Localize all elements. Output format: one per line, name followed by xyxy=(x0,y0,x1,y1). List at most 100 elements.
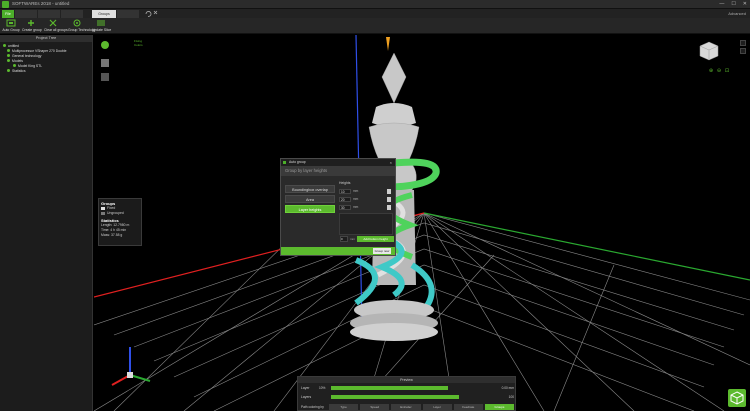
path-coloring-row: Path coloring by Type Speed Extruder Lay… xyxy=(301,404,515,410)
mode-layer-button[interactable]: Layer xyxy=(422,404,452,410)
layers-mode-icon[interactable] xyxy=(101,73,109,81)
dialog-close-icon[interactable]: × xyxy=(390,159,392,166)
legend-label: Fixed xyxy=(107,206,116,210)
option-area[interactable]: Area xyxy=(285,195,335,203)
tab-groups[interactable]: Groups xyxy=(92,10,116,18)
option-layer-heights[interactable]: Layer heights xyxy=(285,205,335,213)
window-title: SOFTWAREs 2018 - untitled xyxy=(12,1,70,6)
height-row: 20 mm xyxy=(339,197,393,203)
add-bottom-height-button[interactable]: Add bottom height xyxy=(357,236,394,242)
layer-label: Layer xyxy=(301,386,310,390)
tab-6[interactable] xyxy=(117,10,139,18)
auto-group-dialog: Auto group × Group by layer heights Boun… xyxy=(280,158,396,256)
legend-ungrouped: Ungrouped xyxy=(101,211,139,216)
tree-item-label: Model King STL xyxy=(18,64,43,68)
ungrouped-swatch-icon xyxy=(101,211,105,215)
layer-percent: 10% xyxy=(319,386,326,390)
auto-group-icon xyxy=(6,19,16,27)
view-option-icon[interactable] xyxy=(740,40,746,46)
tab-4[interactable] xyxy=(61,10,83,18)
tab-file[interactable]: File xyxy=(2,10,14,18)
height-unit: mm xyxy=(353,197,359,201)
layers-label: Layers xyxy=(301,395,312,399)
ribbon-toolbar: Auto Group Create group Clear all groups… xyxy=(0,18,750,34)
tree-item-label: Models xyxy=(12,59,23,63)
mode-speed-button[interactable]: Speed xyxy=(360,404,390,410)
mode-type-button[interactable]: Type xyxy=(329,404,359,410)
cube-logo-icon xyxy=(728,389,746,407)
auto-group-button[interactable]: Auto Group xyxy=(2,19,20,33)
height-value-field[interactable]: 20 xyxy=(339,197,351,202)
height-value-field[interactable]: 30 xyxy=(339,205,351,210)
add-height-unit: mm xyxy=(350,237,355,241)
close-button[interactable]: ✕ xyxy=(743,1,747,7)
3d-viewport[interactable]: Fixing Colors xyxy=(94,35,750,411)
mode-groups-button[interactable]: Groups xyxy=(484,404,515,410)
update-slice-icon xyxy=(97,20,105,26)
height-value-field[interactable]: 10 xyxy=(339,189,351,194)
clear-groups-label: Clear all groups xyxy=(44,28,68,32)
option-boundingbox-overlap[interactable]: Boundingbox overlap xyxy=(285,185,335,193)
mode-feedrate-button[interactable]: Feedrate xyxy=(453,404,483,410)
layer-row: Layer 10% 0.00 mm xyxy=(301,385,514,391)
tab-3[interactable] xyxy=(38,10,60,18)
group-technology-icon xyxy=(73,19,81,27)
nozzle-icon xyxy=(386,37,390,51)
zoom-in-icon[interactable]: ⊕ xyxy=(708,68,714,74)
group-now-button[interactable]: Group now xyxy=(373,248,391,254)
delete-height-icon[interactable] xyxy=(387,197,391,202)
view-cube-icon[interactable] xyxy=(698,40,720,62)
fit-view-icon[interactable]: ⊡ xyxy=(724,68,730,74)
colors-mode-icon[interactable] xyxy=(101,59,109,67)
tree-item-statistics[interactable]: Statistics xyxy=(3,69,89,74)
legend-label: Ungrouped xyxy=(107,211,124,215)
height-row: 10 mm xyxy=(339,189,393,195)
create-group-button[interactable]: Create group xyxy=(22,19,42,33)
tree-node-icon xyxy=(3,44,6,47)
tree-node-icon xyxy=(7,54,10,57)
update-slice-button[interactable]: Update Slice xyxy=(92,19,111,33)
view-navigation: ⊕ ⊖ ⊡ xyxy=(708,68,730,74)
clear-groups-button[interactable]: Clear all groups xyxy=(44,19,68,33)
zoom-out-icon[interactable]: ⊖ xyxy=(716,68,722,74)
mode-label-2: Colors xyxy=(134,43,143,47)
layers-end-value: 100 xyxy=(508,395,514,399)
layer-end-value: 0.00 mm xyxy=(501,386,514,390)
fixing-mode-icon[interactable] xyxy=(101,41,109,49)
tree-node-icon xyxy=(7,69,10,72)
right-toolbar xyxy=(740,40,748,56)
scene-render xyxy=(94,35,750,411)
heights-list-area xyxy=(339,213,393,235)
layer-slider[interactable] xyxy=(331,386,448,390)
project-tree-header: Project Tree xyxy=(0,35,92,42)
advanced-link[interactable]: Advanced xyxy=(728,11,746,16)
mode-extruder-button[interactable]: Extruder xyxy=(391,404,421,410)
minimize-button[interactable]: — xyxy=(719,1,724,7)
clear-groups-icon xyxy=(49,19,57,27)
tab-2[interactable] xyxy=(15,10,37,18)
tree-item-label: General technology xyxy=(12,54,42,58)
viewport-tools xyxy=(101,41,109,81)
add-height-input[interactable]: 0 xyxy=(340,236,348,242)
fixed-swatch-icon xyxy=(101,206,105,210)
create-group-label: Create group xyxy=(22,28,42,32)
add-height-row: 0 mm Add bottom height xyxy=(340,236,396,243)
delete-height-icon[interactable] xyxy=(387,189,391,194)
tree-item-label: Multiprocessor VShaper 270 Double xyxy=(12,49,67,53)
group-technology-button[interactable]: Group Technology xyxy=(68,19,96,33)
layers-row: Layers 100 xyxy=(301,394,514,400)
group-technology-label: Group Technology xyxy=(68,28,96,32)
delete-height-icon[interactable] xyxy=(387,205,391,210)
layers-slider[interactable] xyxy=(331,395,459,399)
app-logo-icon xyxy=(2,1,9,8)
dialog-title: Auto group xyxy=(289,160,306,164)
tree-node-icon xyxy=(13,64,16,67)
tree-item-label: Statistics xyxy=(12,69,26,73)
tree-node-icon xyxy=(7,59,10,62)
preview-panel: Preview Layer 10% 0.00 mm Layers 100 Pat… xyxy=(297,376,516,411)
undo-redo-icons[interactable] xyxy=(144,10,160,17)
view-option-icon[interactable] xyxy=(740,48,746,54)
window-controls: — ☐ ✕ xyxy=(719,1,747,7)
maximize-button[interactable]: ☐ xyxy=(731,1,735,7)
dialog-title-bar: Auto group × xyxy=(281,159,395,166)
